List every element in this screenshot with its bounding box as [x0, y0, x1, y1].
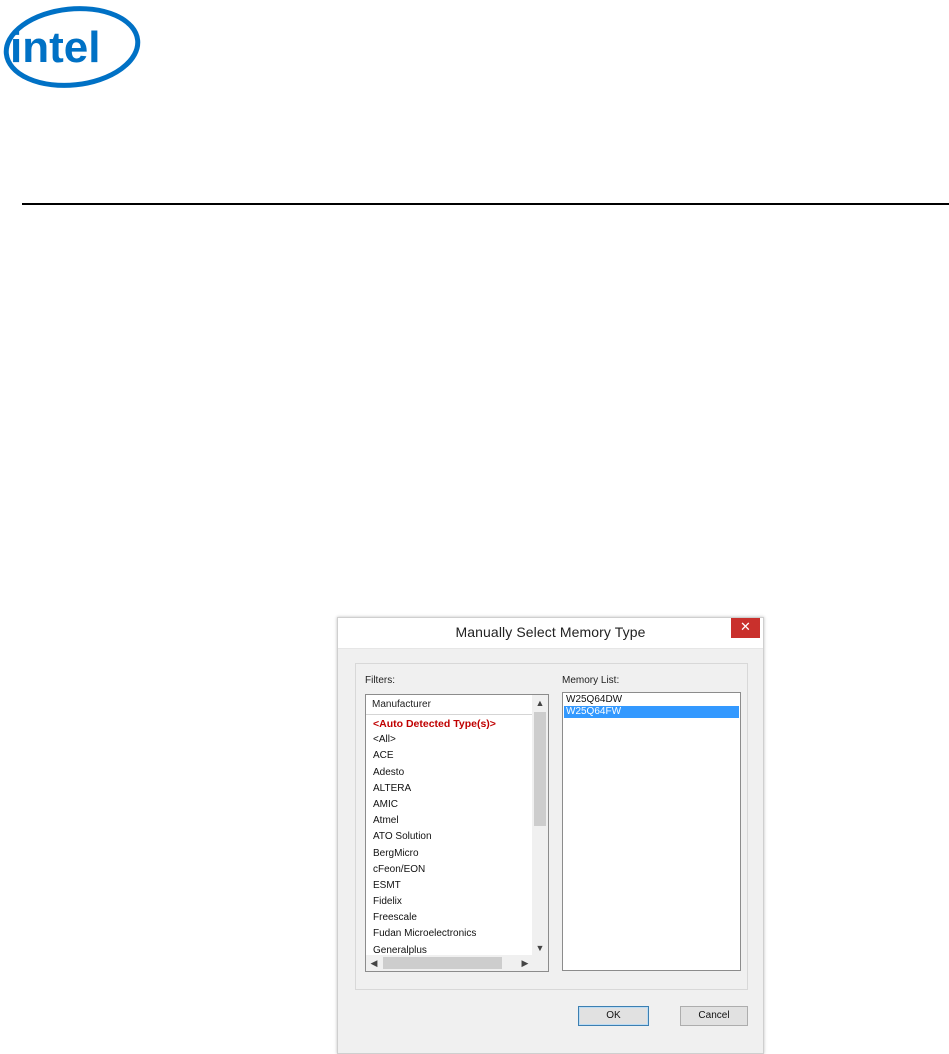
- manufacturer-column-header[interactable]: Manufacturer: [366, 695, 533, 715]
- ok-button[interactable]: OK: [578, 1006, 649, 1026]
- vertical-scroll-thumb[interactable]: [534, 712, 546, 826]
- close-button[interactable]: ✕: [731, 618, 760, 638]
- dialog-titlebar: Manually Select Memory Type ✕: [338, 618, 763, 649]
- scroll-left-icon[interactable]: ◀: [366, 955, 382, 971]
- memory-list-label: Memory List:: [562, 675, 620, 686]
- list-item[interactable]: ESMT: [366, 878, 533, 894]
- close-icon: ✕: [740, 620, 751, 635]
- dialog-title: Manually Select Memory Type: [455, 624, 646, 640]
- manufacturer-header-label: Manufacturer: [372, 699, 431, 710]
- manufacturer-items: <Auto Detected Type(s)> <All> ACE Adesto…: [366, 716, 533, 959]
- filters-label: Filters:: [365, 675, 395, 686]
- list-item[interactable]: ATO Solution: [366, 829, 533, 845]
- scrollbar-corner: [532, 955, 548, 971]
- list-item[interactable]: ACE: [366, 748, 533, 764]
- list-item[interactable]: Atmel: [366, 813, 533, 829]
- scroll-down-icon[interactable]: ▼: [532, 940, 548, 956]
- select-memory-dialog: Manually Select Memory Type ✕ Filters: M…: [337, 617, 764, 1054]
- manufacturer-listview[interactable]: Manufacturer <Auto Detected Type(s)> <Al…: [365, 694, 549, 972]
- list-item[interactable]: AMIC: [366, 797, 533, 813]
- list-item[interactable]: Adesto: [366, 765, 533, 781]
- cancel-button[interactable]: Cancel: [680, 1006, 748, 1026]
- scroll-up-icon[interactable]: ▲: [532, 695, 548, 711]
- intel-logo: intel: [3, 0, 150, 88]
- filters-groupbox: Filters: Memory List: Manufacturer <Auto…: [355, 663, 748, 990]
- memory-items: W25Q64DW W25Q64FW: [563, 694, 740, 718]
- list-item[interactable]: <All>: [366, 732, 533, 748]
- horizontal-scroll-thumb[interactable]: [383, 957, 502, 969]
- list-item[interactable]: Fudan Microelectronics: [366, 926, 533, 942]
- vertical-scrollbar[interactable]: ▲ ▼: [532, 695, 548, 956]
- list-item[interactable]: cFeon/EON: [366, 862, 533, 878]
- memory-item-selected[interactable]: W25Q64FW: [564, 706, 739, 718]
- memory-listbox[interactable]: W25Q64DW W25Q64FW: [562, 692, 741, 971]
- intel-logo-text: intel: [10, 23, 100, 72]
- list-item[interactable]: Freescale: [366, 910, 533, 926]
- list-item[interactable]: BergMicro: [366, 846, 533, 862]
- scroll-right-icon[interactable]: ▶: [517, 955, 533, 971]
- horizontal-scrollbar[interactable]: ◀ ▶: [366, 955, 533, 971]
- list-item[interactable]: ALTERA: [366, 781, 533, 797]
- memory-item[interactable]: W25Q64DW: [564, 694, 739, 706]
- header-divider: [22, 203, 949, 205]
- list-item[interactable]: <Auto Detected Type(s)>: [366, 716, 533, 732]
- list-item[interactable]: Fidelix: [366, 894, 533, 910]
